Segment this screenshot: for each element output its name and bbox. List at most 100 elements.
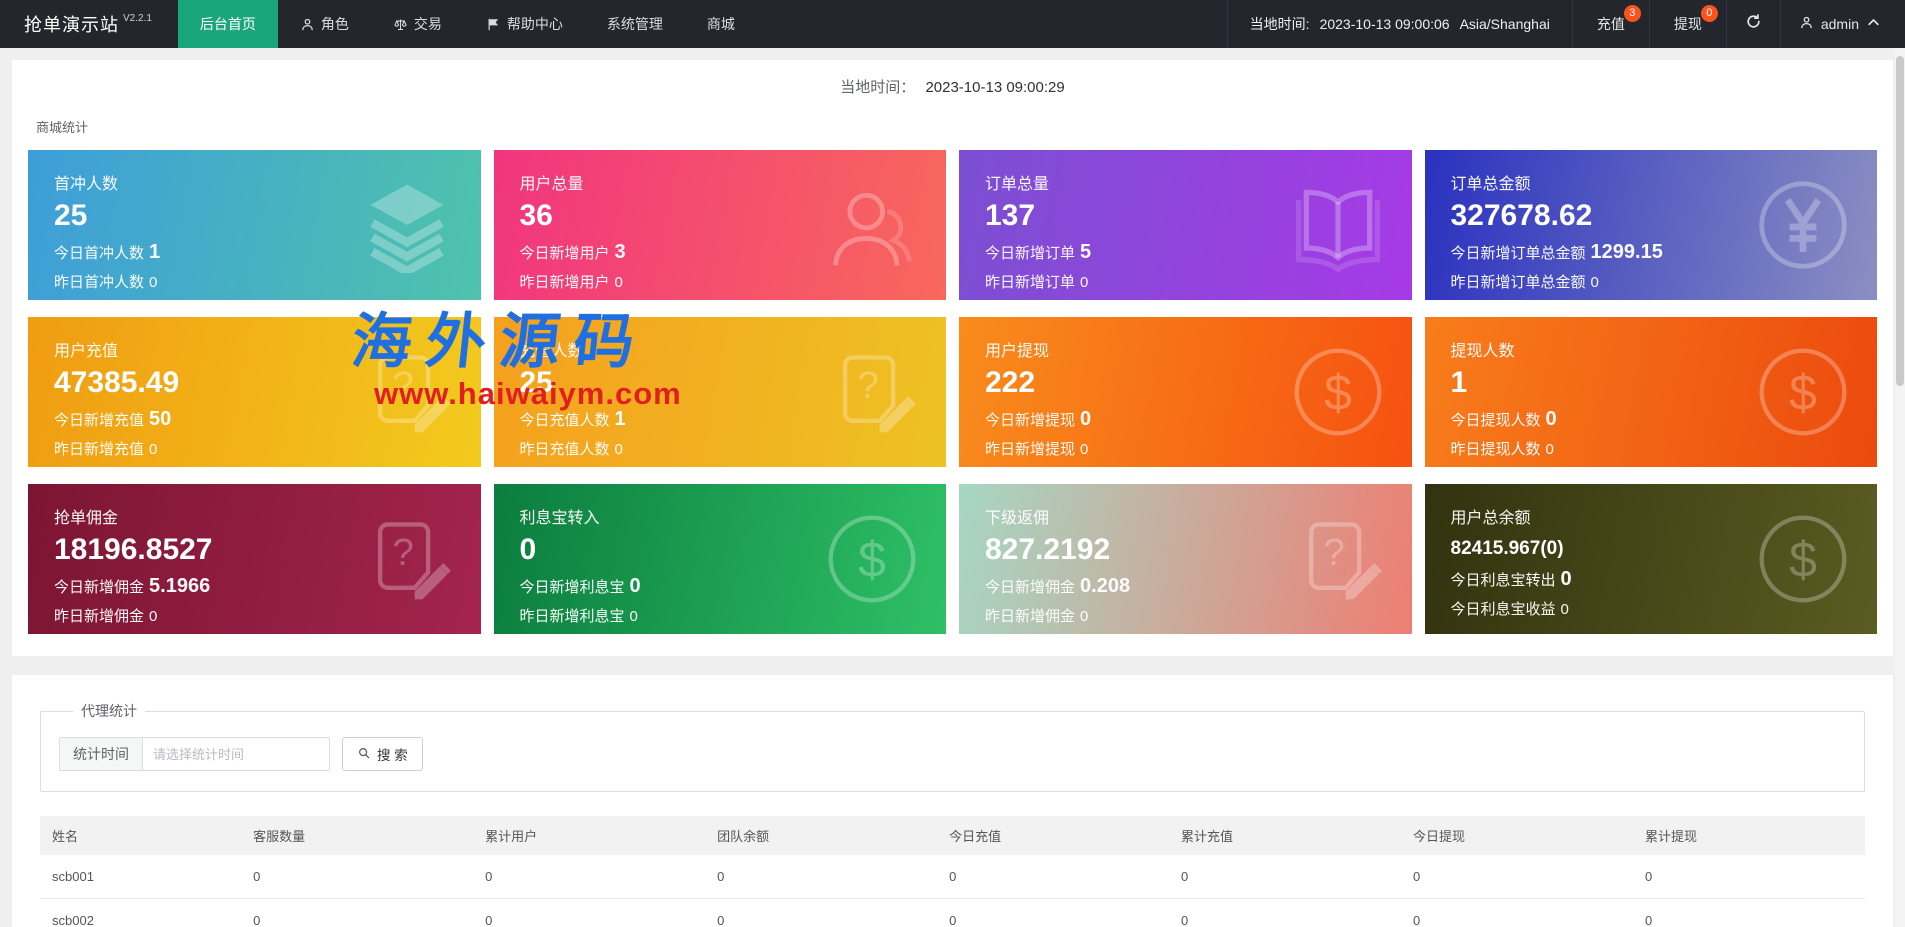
nav-item-2[interactable]: 角色 bbox=[278, 0, 371, 48]
agent-table-header: 累计用户 bbox=[473, 816, 705, 855]
local-time-value: 2023-10-13 09:00:06 bbox=[1320, 16, 1450, 32]
book-icon bbox=[1290, 177, 1386, 273]
stat-card-3: 订单总量 137 今日新增订单5 昨日新增订单0 bbox=[959, 150, 1412, 300]
edit-question-icon: ? bbox=[359, 344, 455, 440]
dollar-circle-icon: $ bbox=[1290, 344, 1386, 440]
svg-text:?: ? bbox=[1323, 531, 1344, 574]
agent-table-cell: 0 bbox=[1169, 899, 1401, 927]
app-title: 抢单演示站 bbox=[24, 11, 119, 37]
scrollbar-thumb[interactable] bbox=[1896, 56, 1904, 386]
agent-table-header-row: 姓名客服数量累计用户团队余额今日充值累计充值今日提现累计提现 bbox=[40, 816, 1865, 855]
agent-table-header: 累计充值 bbox=[1169, 816, 1401, 855]
dollar-circle-icon: $ bbox=[1755, 511, 1851, 607]
edit-question-icon: ? bbox=[1290, 511, 1386, 607]
recharge-badge: 3 bbox=[1624, 5, 1641, 22]
stat-card-yesterday-line: 昨日首冲人数0 bbox=[54, 271, 455, 292]
withdraw-button[interactable]: 提现 0 bbox=[1649, 0, 1726, 48]
agent-table-header: 姓名 bbox=[40, 816, 241, 855]
local-time-label: 当地时间: bbox=[1250, 14, 1310, 34]
filter-time-label: 统计时间 bbox=[59, 737, 142, 771]
dollar-circle-icon: $ bbox=[824, 511, 920, 607]
agent-table-cell: 0 bbox=[241, 855, 473, 899]
section-title-agent-stats: 代理统计 bbox=[73, 701, 145, 721]
stat-card-yesterday-line: 昨日新增订单总金额0 bbox=[1451, 271, 1852, 292]
username: admin bbox=[1821, 16, 1859, 32]
stat-card-yesterday-line: 昨日新增用户0 bbox=[520, 271, 921, 292]
nav-item-label: 帮助中心 bbox=[507, 14, 563, 34]
nav-item-3[interactable]: 交易 bbox=[371, 0, 464, 48]
svg-text:$: $ bbox=[1789, 531, 1817, 587]
stat-card-1: 首冲人数 25 今日首冲人数1 昨日首冲人数0 bbox=[28, 150, 481, 300]
user-menu[interactable]: admin bbox=[1780, 0, 1905, 48]
agent-table-row-1: scb0010000000 bbox=[40, 855, 1865, 899]
top-navbar: 抢单演示站 V2.2.1 后台首页 角色 交易 帮助中心 系统管理 商城 当地时间: 20… bbox=[0, 0, 1905, 48]
scales-icon bbox=[393, 17, 408, 32]
nav-item-label: 角色 bbox=[321, 14, 349, 34]
agent-table: 姓名客服数量累计用户团队余额今日充值累计充值今日提现累计提现 scb001000… bbox=[40, 816, 1865, 927]
agent-table-header: 今日提现 bbox=[1401, 816, 1633, 855]
agent-table-header: 客服数量 bbox=[241, 816, 473, 855]
agent-table-cell: scb001 bbox=[40, 855, 241, 899]
navbar-local-time: 当地时间: 2023-10-13 09:00:06 Asia/Shanghai bbox=[1227, 0, 1572, 48]
stat-card-yesterday-line: 昨日新增提现0 bbox=[985, 438, 1386, 459]
agent-table-cell: scb002 bbox=[40, 899, 241, 927]
stat-card-yesterday-line: 昨日新增佣金0 bbox=[985, 605, 1386, 626]
search-button[interactable]: 搜 索 bbox=[342, 737, 423, 771]
stat-card-2: 用户总量 36 今日新增用户3 昨日新增用户0 bbox=[494, 150, 947, 300]
svg-text:?: ? bbox=[857, 364, 878, 407]
agent-table-body: scb0010000000scb0020000000sc0030000000 bbox=[40, 855, 1865, 927]
page-local-time: 当地时间： 2023-10-13 09:00:29 bbox=[12, 60, 1893, 109]
nav-item-label: 商城 bbox=[707, 14, 735, 34]
refresh-button[interactable] bbox=[1726, 0, 1780, 48]
main-menu: 后台首页 角色 交易 帮助中心 系统管理 商城 bbox=[178, 0, 757, 48]
timezone-value: Asia/Shanghai bbox=[1460, 16, 1550, 32]
nav-item-5[interactable]: 系统管理 bbox=[585, 0, 685, 48]
filter-time-input[interactable] bbox=[142, 737, 330, 771]
stat-card-yesterday-line: 昨日充值人数0 bbox=[520, 438, 921, 459]
stat-card-yesterday-line: 昨日新增利息宝0 bbox=[520, 605, 921, 626]
stat-card-11: 下级返佣 827.2192 今日新增佣金0.208 昨日新增佣金0 ? bbox=[959, 484, 1412, 634]
page-time-value: 2023-10-13 09:00:29 bbox=[925, 79, 1064, 96]
stat-card-7: 用户提现 222 今日新增提现0 昨日新增提现0 $ bbox=[959, 317, 1412, 467]
edit-question-icon: ? bbox=[824, 344, 920, 440]
stat-card-9: 抢单佣金 18196.8527 今日新增佣金5.1966 昨日新增佣金0 ? bbox=[28, 484, 481, 634]
agent-stats-box: 代理统计 统计时间 搜 索 bbox=[40, 701, 1865, 792]
app-version: V2.2.1 bbox=[123, 13, 152, 24]
nav-item-label: 交易 bbox=[414, 14, 442, 34]
stat-card-10: 利息宝转入 0 今日新增利息宝0 昨日新增利息宝0 $ bbox=[494, 484, 947, 634]
user-icon bbox=[1799, 15, 1814, 33]
stats-panel: 当地时间： 2023-10-13 09:00:29 商城统计 首冲人数 25 今… bbox=[12, 60, 1893, 656]
page-time-label: 当地时间： bbox=[840, 79, 915, 96]
agent-filter-row: 统计时间 搜 索 bbox=[59, 737, 1846, 771]
stat-card-yesterday-line: 昨日新增充值0 bbox=[54, 438, 455, 459]
dollar-circle-icon: $ bbox=[1755, 344, 1851, 440]
agent-table-cell: 0 bbox=[937, 899, 1169, 927]
nav-item-6[interactable]: 商城 bbox=[685, 0, 757, 48]
flag-icon bbox=[486, 17, 501, 32]
agent-table-header: 团队余额 bbox=[705, 816, 937, 855]
agent-table-cell: 0 bbox=[1633, 855, 1865, 899]
nav-item-label: 后台首页 bbox=[200, 14, 256, 34]
nav-item-4[interactable]: 帮助中心 bbox=[464, 0, 585, 48]
agent-table-header: 今日充值 bbox=[937, 816, 1169, 855]
withdraw-badge: 0 bbox=[1701, 5, 1718, 22]
agent-table-cell: 0 bbox=[1401, 899, 1633, 927]
agent-table-cell: 0 bbox=[937, 855, 1169, 899]
search-button-label: 搜 索 bbox=[377, 744, 408, 764]
agent-table-cell: 0 bbox=[1169, 855, 1401, 899]
recharge-button[interactable]: 充值 3 bbox=[1572, 0, 1649, 48]
refresh-icon bbox=[1745, 13, 1762, 35]
recharge-label: 充值 bbox=[1597, 14, 1625, 34]
stat-card-8: 提现人数 1 今日提现人数0 昨日提现人数0 $ bbox=[1425, 317, 1878, 467]
agent-table-cell: 0 bbox=[473, 855, 705, 899]
page-scrollbar[interactable] bbox=[1895, 48, 1905, 927]
nav-item-1[interactable]: 后台首页 bbox=[178, 0, 278, 48]
chevron-up-icon bbox=[1866, 15, 1881, 33]
agent-table-header: 累计提现 bbox=[1633, 816, 1865, 855]
svg-text:$: $ bbox=[858, 531, 886, 587]
user-icon bbox=[300, 17, 315, 32]
stat-card-6: 充值人数 25 今日充值人数1 昨日充值人数0 ? bbox=[494, 317, 947, 467]
agent-panel: 代理统计 统计时间 搜 索 姓名客服数量累计用户团队余额今日充值累计充值今日提现… bbox=[12, 675, 1893, 927]
stat-card-yesterday-line: 昨日提现人数0 bbox=[1451, 438, 1852, 459]
person-icon bbox=[824, 177, 920, 273]
